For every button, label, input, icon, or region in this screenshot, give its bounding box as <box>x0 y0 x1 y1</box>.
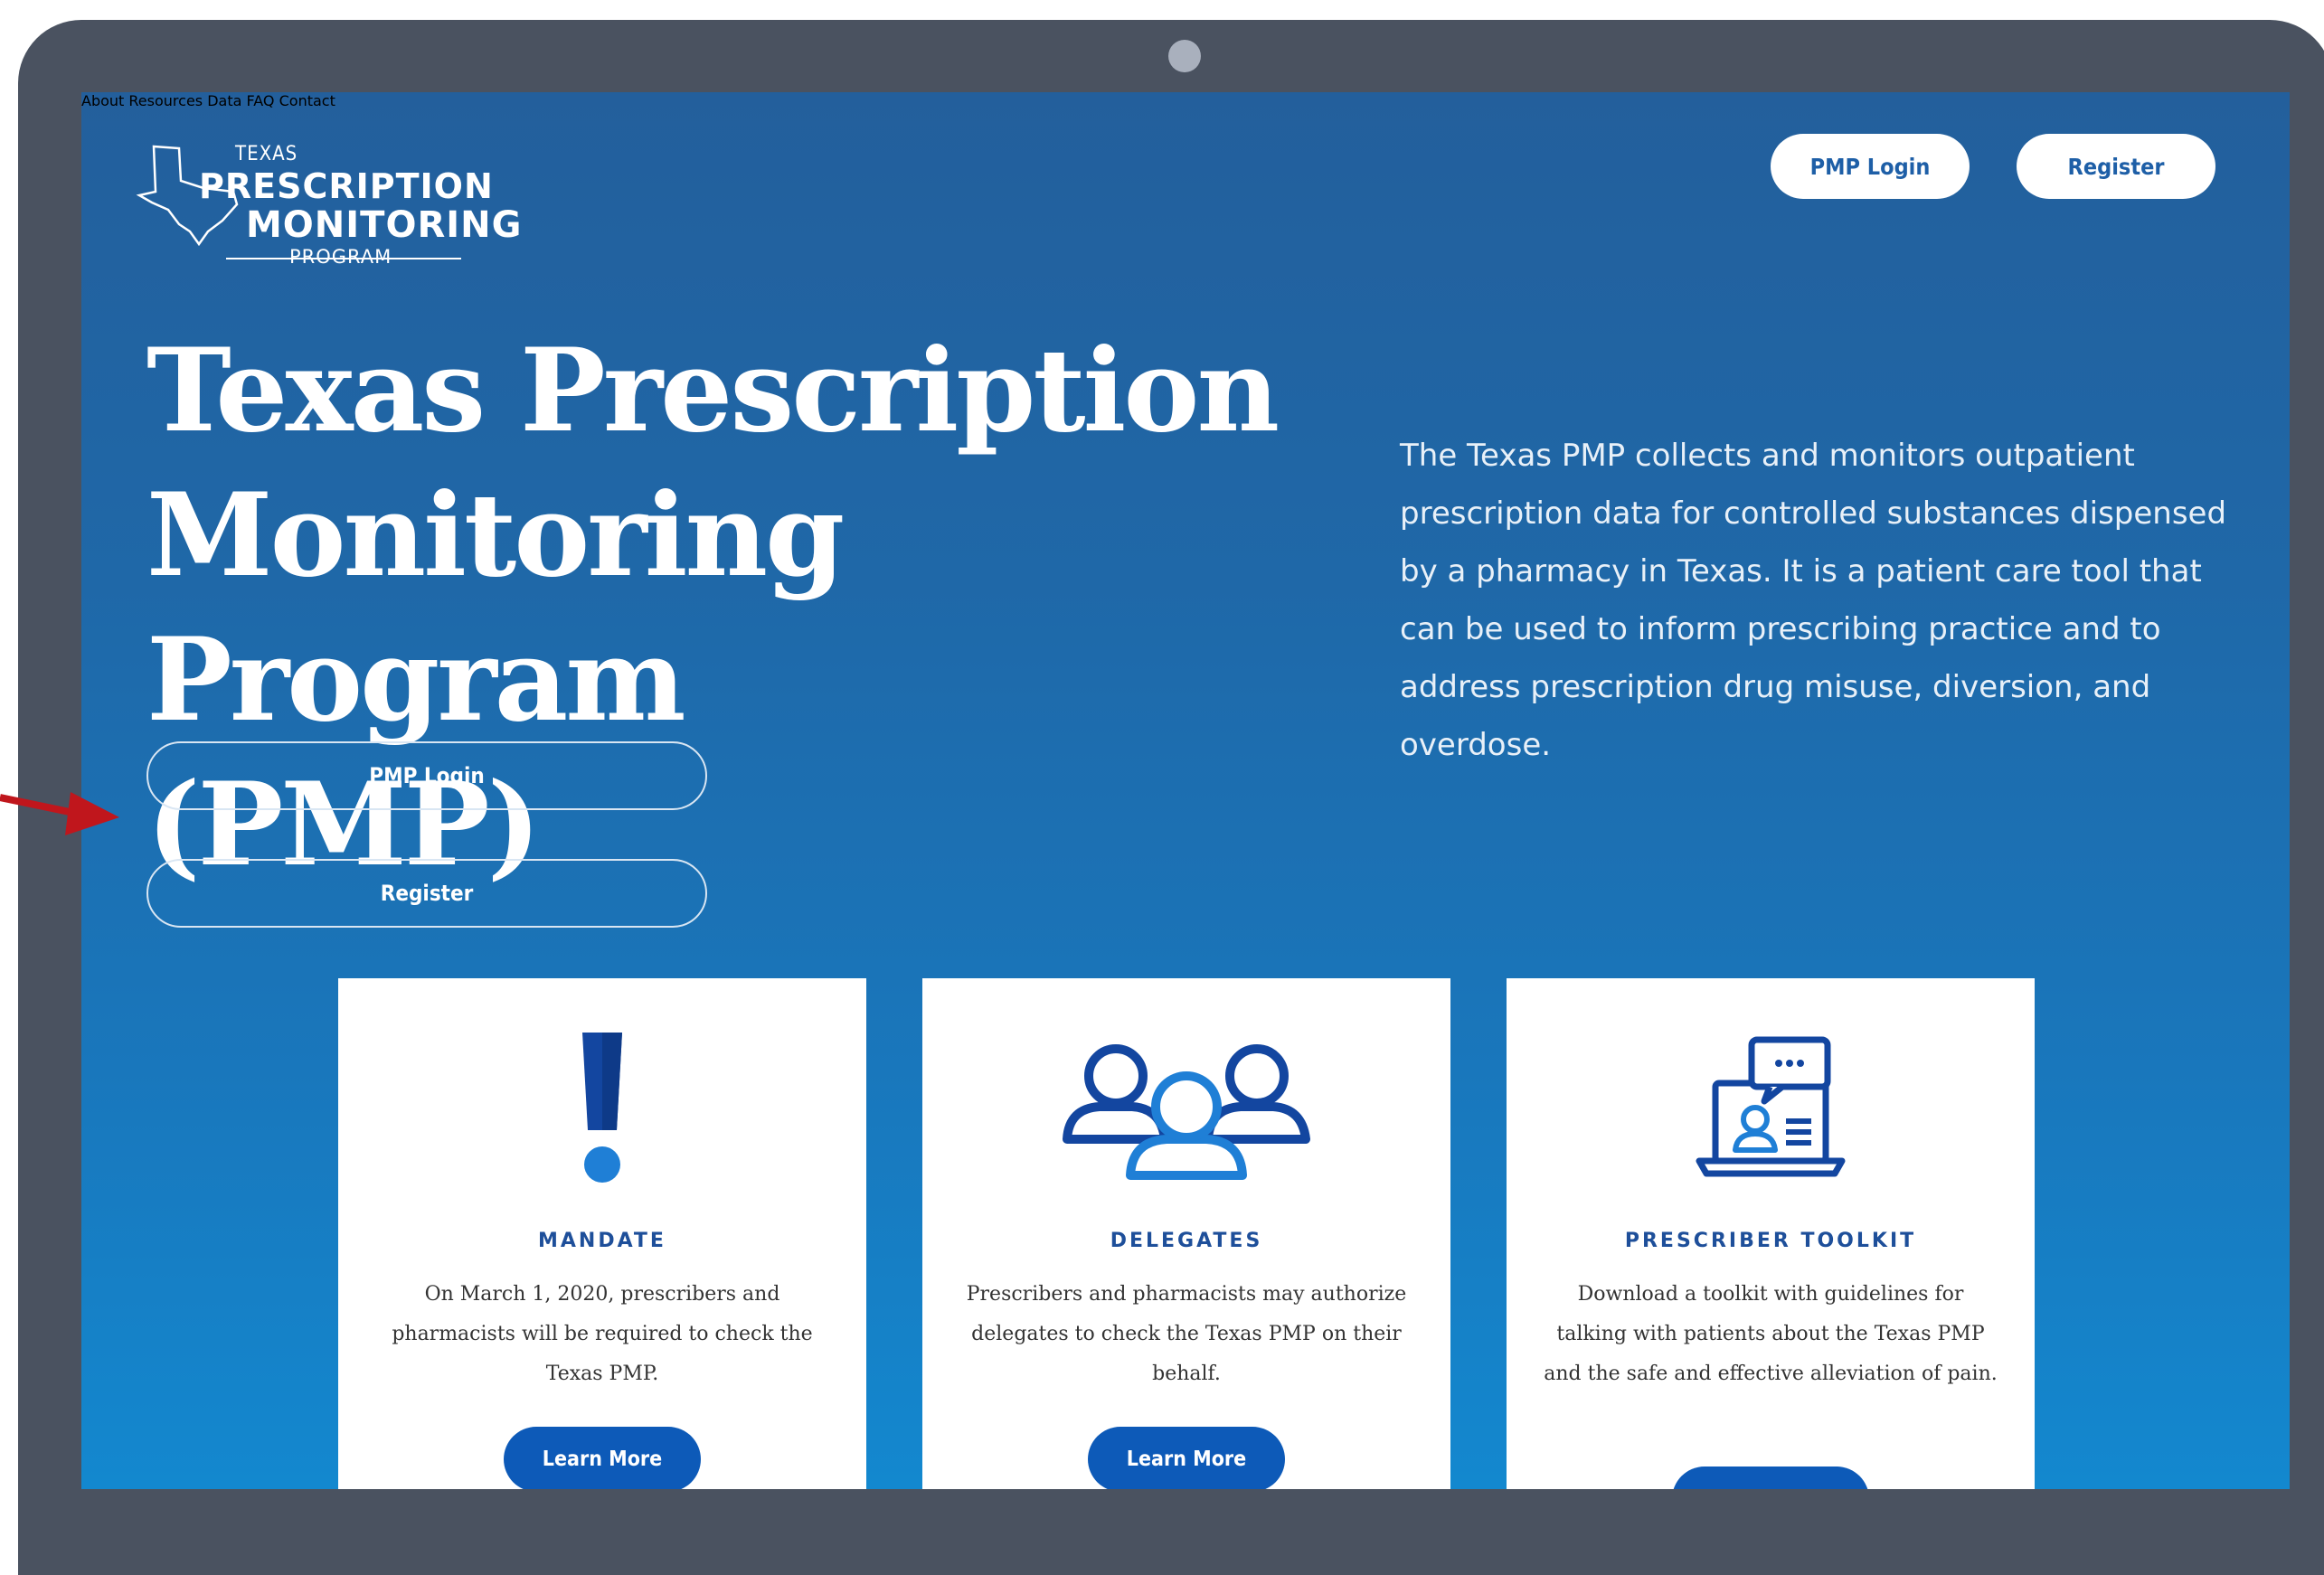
logo-line-texas: TEXAS <box>235 143 298 165</box>
card-body: Download a toolkit with guidelines for t… <box>1544 1283 1998 1385</box>
exclamation-icon <box>338 1033 866 1186</box>
logo-line-monitoring: MONITORING <box>246 204 523 246</box>
hero-description: The Texas PMP collects and monitors outp… <box>1400 438 2227 763</box>
nav-faq[interactable]: FAQ <box>247 92 275 109</box>
card-body: Prescribers and pharmacists may authoriz… <box>966 1283 1407 1385</box>
nav-contact[interactable]: Contact <box>279 92 335 109</box>
website-screen: TEXAS PRESCRIPTION MONITORING PROGRAM Ab… <box>81 92 2290 1489</box>
hero-register-button[interactable]: Register <box>146 859 707 928</box>
card-delegates: DELEGATES Prescribers and pharmacists ma… <box>922 978 1450 1489</box>
learn-more-button[interactable]: Learn More <box>1088 1427 1285 1489</box>
card-mandate: MANDATE On March 1, 2020, prescribers an… <box>338 978 866 1489</box>
card-title: MANDATE <box>538 1230 666 1252</box>
nav-pmp-login-button[interactable]: PMP Login <box>1771 134 1970 199</box>
hero-title-line-1: Texas Prescription <box>146 324 1280 457</box>
people-group-icon <box>922 1033 1450 1186</box>
card-title: PRESCRIBER TOOLKIT <box>1624 1230 1917 1252</box>
hero-title-line-2: Monitoring Program <box>146 468 845 747</box>
hero-title: Texas Prescription Monitoring Program (P… <box>146 318 1412 897</box>
logo-line-program: PROGRAM <box>289 246 392 268</box>
card-body: On March 1, 2020, prescribers and pharma… <box>392 1283 813 1385</box>
hero-pmp-login-button[interactable]: PMP Login <box>146 741 707 810</box>
nav-about[interactable]: About <box>81 92 124 109</box>
laptop-consultation-icon <box>1507 1033 2035 1186</box>
learn-more-button[interactable] <box>1672 1467 1869 1489</box>
card-title: DELEGATES <box>1110 1230 1263 1252</box>
nav-data[interactable]: Data <box>207 92 241 109</box>
card-prescriber-toolkit: PRESCRIBER TOOLKIT Download a toolkit wi… <box>1507 978 2035 1489</box>
webcam-dot <box>1168 40 1201 72</box>
texas-pmp-logo[interactable]: TEXAS PRESCRIPTION MONITORING PROGRAM <box>136 137 521 273</box>
learn-more-button[interactable]: Learn More <box>504 1427 701 1489</box>
nav-register-button[interactable]: Register <box>2017 134 2215 199</box>
logo-line-prescription: PRESCRIPTION <box>199 166 494 206</box>
nav-resources[interactable]: Resources <box>128 92 203 109</box>
annotation-arrow-icon <box>0 792 119 835</box>
